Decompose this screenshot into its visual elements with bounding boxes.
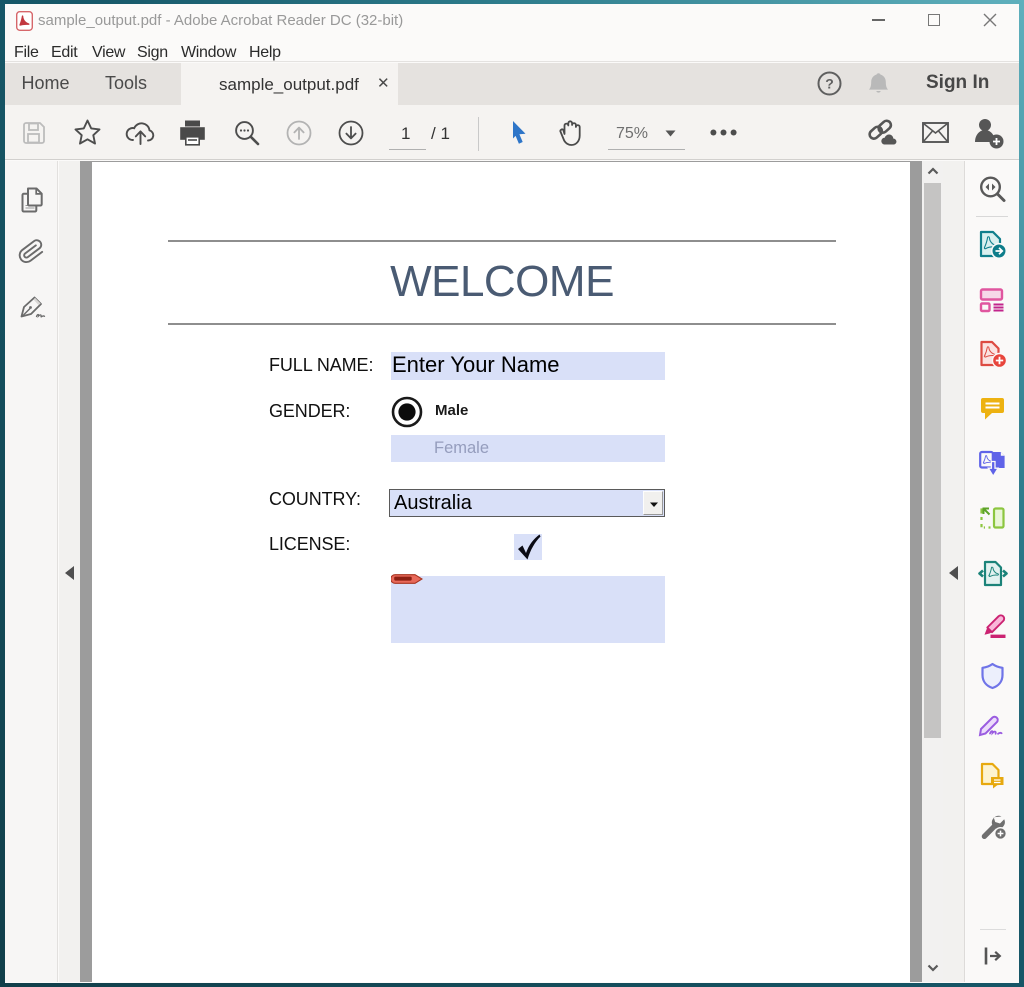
svg-text:?: ?: [825, 76, 834, 92]
